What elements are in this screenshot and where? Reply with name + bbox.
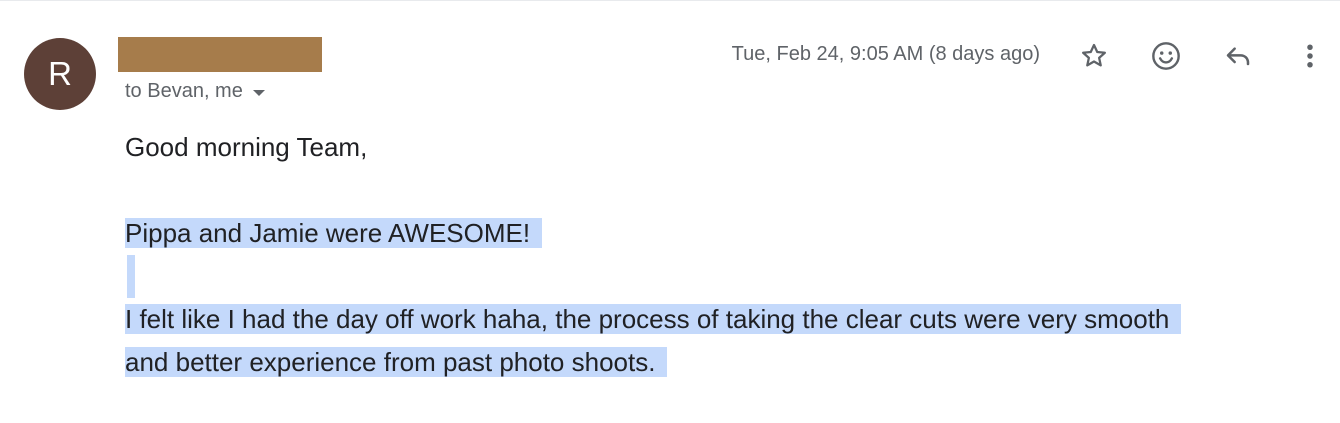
selected-text: Pippa and Jamie were AWESOME! bbox=[125, 218, 543, 248]
message-body: Good morning Team, Pippa and Jamie were … bbox=[125, 126, 1182, 384]
body-line: I felt like I had the day off work haha,… bbox=[125, 298, 1182, 341]
selected-blank-line bbox=[125, 255, 1181, 298]
more-options-button[interactable] bbox=[1290, 36, 1330, 76]
emoji-icon bbox=[1152, 42, 1180, 70]
selected-text: and better experience from past photo sh… bbox=[125, 347, 668, 377]
chevron-down-icon bbox=[252, 89, 265, 96]
header-divider bbox=[0, 0, 1340, 1]
reply-icon bbox=[1226, 47, 1250, 66]
sender-name-redacted bbox=[118, 37, 322, 72]
selected-text: I felt like I had the day off work haha,… bbox=[125, 304, 1182, 334]
star-button[interactable] bbox=[1074, 36, 1114, 76]
add-reaction-button[interactable] bbox=[1146, 36, 1186, 76]
star-icon bbox=[1082, 43, 1106, 67]
selection-highlight bbox=[127, 255, 135, 298]
recipients-details-toggle[interactable]: to Bevan, me bbox=[125, 80, 265, 103]
message-timestamp: Tue, Feb 24, 9:05 AM (8 days ago) bbox=[731, 43, 1040, 65]
greeting-line: Good morning Team, bbox=[125, 132, 368, 162]
sender-avatar[interactable]: R bbox=[24, 38, 96, 110]
recipients-label: to Bevan, me bbox=[125, 80, 243, 102]
reply-button[interactable] bbox=[1218, 36, 1258, 76]
body-line: Pippa and Jamie were AWESOME! bbox=[125, 212, 1181, 255]
body-line: and better experience from past photo sh… bbox=[125, 341, 1181, 384]
more-vert-icon bbox=[1307, 44, 1313, 68]
avatar-initial: R bbox=[48, 55, 72, 92]
